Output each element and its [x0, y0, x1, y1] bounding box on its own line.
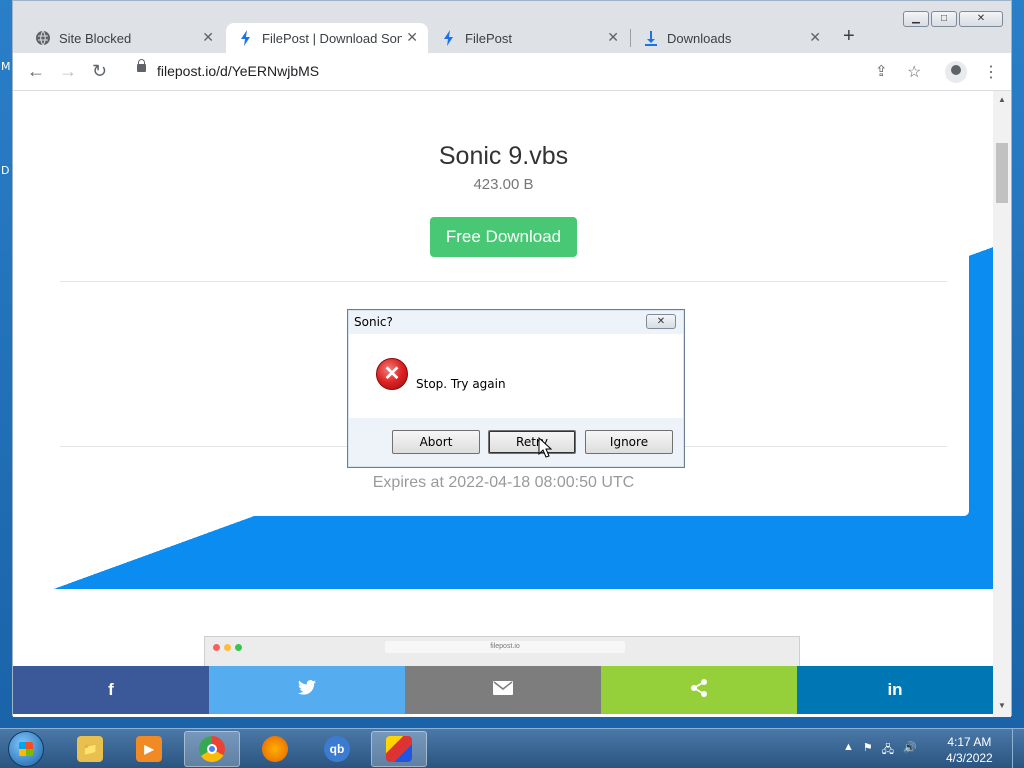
taskbar-chrome[interactable] — [184, 731, 240, 767]
bookmark-star-icon[interactable]: ☆ — [907, 62, 921, 82]
taskbar: 📁 ▶ qb ▲ ⚑ 🖧 🔊 4:17 AM 4/3/2022 — [0, 728, 1024, 768]
ignore-button[interactable]: Ignore — [585, 430, 673, 454]
taskbar-qbittorrent[interactable]: qb — [309, 731, 365, 767]
tab-filepost-download[interactable]: FilePost | Download Sonic ✕ — [226, 23, 428, 53]
email-icon — [493, 680, 513, 700]
tab-site-blocked[interactable]: Site Blocked ✕ — [21, 23, 224, 53]
clock[interactable]: 4:17 AM 4/3/2022 — [946, 734, 993, 766]
bolt-icon — [441, 30, 457, 46]
share-bar: f in — [13, 666, 993, 714]
desktop-icon-label: D — [1, 164, 10, 177]
close-icon[interactable]: ✕ — [202, 29, 214, 46]
twitter-share-button[interactable] — [209, 666, 405, 714]
file-name: Sonic 9.vbs — [438, 142, 569, 170]
twitter-icon — [298, 680, 316, 700]
divider — [60, 281, 947, 282]
minimize-button[interactable]: ▁ — [903, 11, 929, 27]
retry-button[interactable]: Retry — [488, 430, 576, 454]
file-size: 423.00 B — [473, 176, 534, 193]
window-controls: ▁ □ ✕ — [903, 11, 1003, 27]
profile-avatar-icon[interactable] — [945, 61, 967, 83]
close-icon[interactable]: ✕ — [406, 29, 418, 46]
address-bar[interactable]: filepost.io/d/YeERNwjbMS — [127, 58, 947, 86]
reload-icon[interactable]: ↻ — [92, 61, 107, 82]
back-icon[interactable]: ← — [27, 61, 45, 82]
scroll-up-icon[interactable]: ▲ — [998, 95, 1006, 104]
url-text[interactable]: filepost.io/d/YeERNwjbMS — [157, 63, 319, 79]
browser-toolbar: ← → ↻ filepost.io/d/YeERNwjbMS ⇪ ☆ ⋮ — [13, 53, 1011, 91]
taskbar-firefox[interactable] — [247, 731, 303, 767]
volume-icon[interactable]: 🔊 — [903, 741, 917, 760]
preview-url: filepost.io — [385, 641, 625, 653]
taskbar-sonic-app[interactable] — [371, 731, 427, 767]
close-window-button[interactable]: ✕ — [959, 11, 1003, 27]
show-hidden-icons-icon[interactable]: ▲ — [843, 741, 854, 760]
forward-icon[interactable]: → — [59, 61, 77, 82]
mouse-cursor-icon — [538, 437, 552, 458]
action-center-flag-icon[interactable]: ⚑ — [863, 741, 873, 760]
maximize-button[interactable]: □ — [931, 11, 957, 27]
scroll-down-icon[interactable]: ▼ — [998, 701, 1006, 710]
share-icon — [690, 678, 708, 702]
close-icon[interactable]: ✕ — [809, 29, 821, 46]
scroll-thumb[interactable] — [996, 143, 1008, 203]
qbittorrent-icon: qb — [324, 736, 350, 762]
clock-date: 4/3/2022 — [946, 751, 993, 765]
free-download-button[interactable]: Free Download — [430, 217, 577, 257]
new-tab-button[interactable]: + — [843, 25, 855, 48]
taskbar-explorer[interactable]: 📁 — [62, 731, 118, 767]
lock-icon — [137, 59, 146, 72]
facebook-icon: f — [108, 680, 114, 699]
globe-icon — [35, 30, 51, 46]
error-icon: ✕ — [376, 358, 408, 390]
clock-time: 4:17 AM — [947, 735, 992, 749]
dialog-title: Sonic? — [354, 315, 393, 329]
start-button[interactable] — [8, 731, 44, 767]
desktop-icon-label: M — [1, 60, 11, 73]
tab-strip: Site Blocked ✕ FilePost | Download Sonic… — [13, 1, 1011, 53]
tab-downloads[interactable]: Downloads ✕ — [631, 23, 831, 53]
media-player-icon: ▶ — [136, 736, 162, 762]
tab-title: Downloads — [667, 30, 732, 46]
abort-button[interactable]: Abort — [392, 430, 480, 454]
message-box-dialog: Sonic? ✕ ✕ Stop. Try again Abort Retry I… — [347, 309, 685, 468]
chrome-icon — [199, 736, 225, 762]
sonic-app-icon — [386, 736, 412, 762]
menu-icon[interactable]: ⋮ — [983, 62, 999, 82]
facebook-share-button[interactable]: f — [13, 666, 209, 714]
bolt-icon — [238, 30, 254, 46]
firefox-icon — [262, 736, 288, 762]
sharethis-share-button[interactable] — [601, 666, 797, 714]
email-share-button[interactable] — [405, 666, 601, 714]
folder-icon: 📁 — [77, 736, 103, 762]
expiry-text: Expires at 2022-04-18 08:00:50 UTC — [372, 474, 635, 491]
tab-title: FilePost | Download Sonic — [262, 30, 402, 46]
vertical-scrollbar[interactable]: ▲ ▼ — [993, 91, 1011, 717]
dialog-close-button[interactable]: ✕ — [646, 314, 676, 329]
show-desktop-button[interactable] — [1012, 729, 1024, 768]
tab-title: FilePost — [465, 30, 512, 46]
linkedin-icon: in — [887, 680, 903, 699]
download-icon — [643, 30, 659, 46]
system-tray: ▲ ⚑ 🖧 🔊 — [843, 741, 917, 760]
taskbar-media-player[interactable]: ▶ — [121, 731, 177, 767]
network-icon[interactable]: 🖧 — [882, 741, 894, 760]
tab-filepost[interactable]: FilePost ✕ — [429, 23, 629, 53]
dialog-message: Stop. Try again — [416, 377, 506, 391]
linkedin-share-button[interactable]: in — [797, 666, 993, 714]
share-icon[interactable]: ⇪ — [875, 62, 888, 80]
tab-title: Site Blocked — [59, 30, 132, 46]
dialog-body: ✕ Stop. Try again — [349, 334, 683, 418]
close-icon[interactable]: ✕ — [607, 29, 619, 46]
